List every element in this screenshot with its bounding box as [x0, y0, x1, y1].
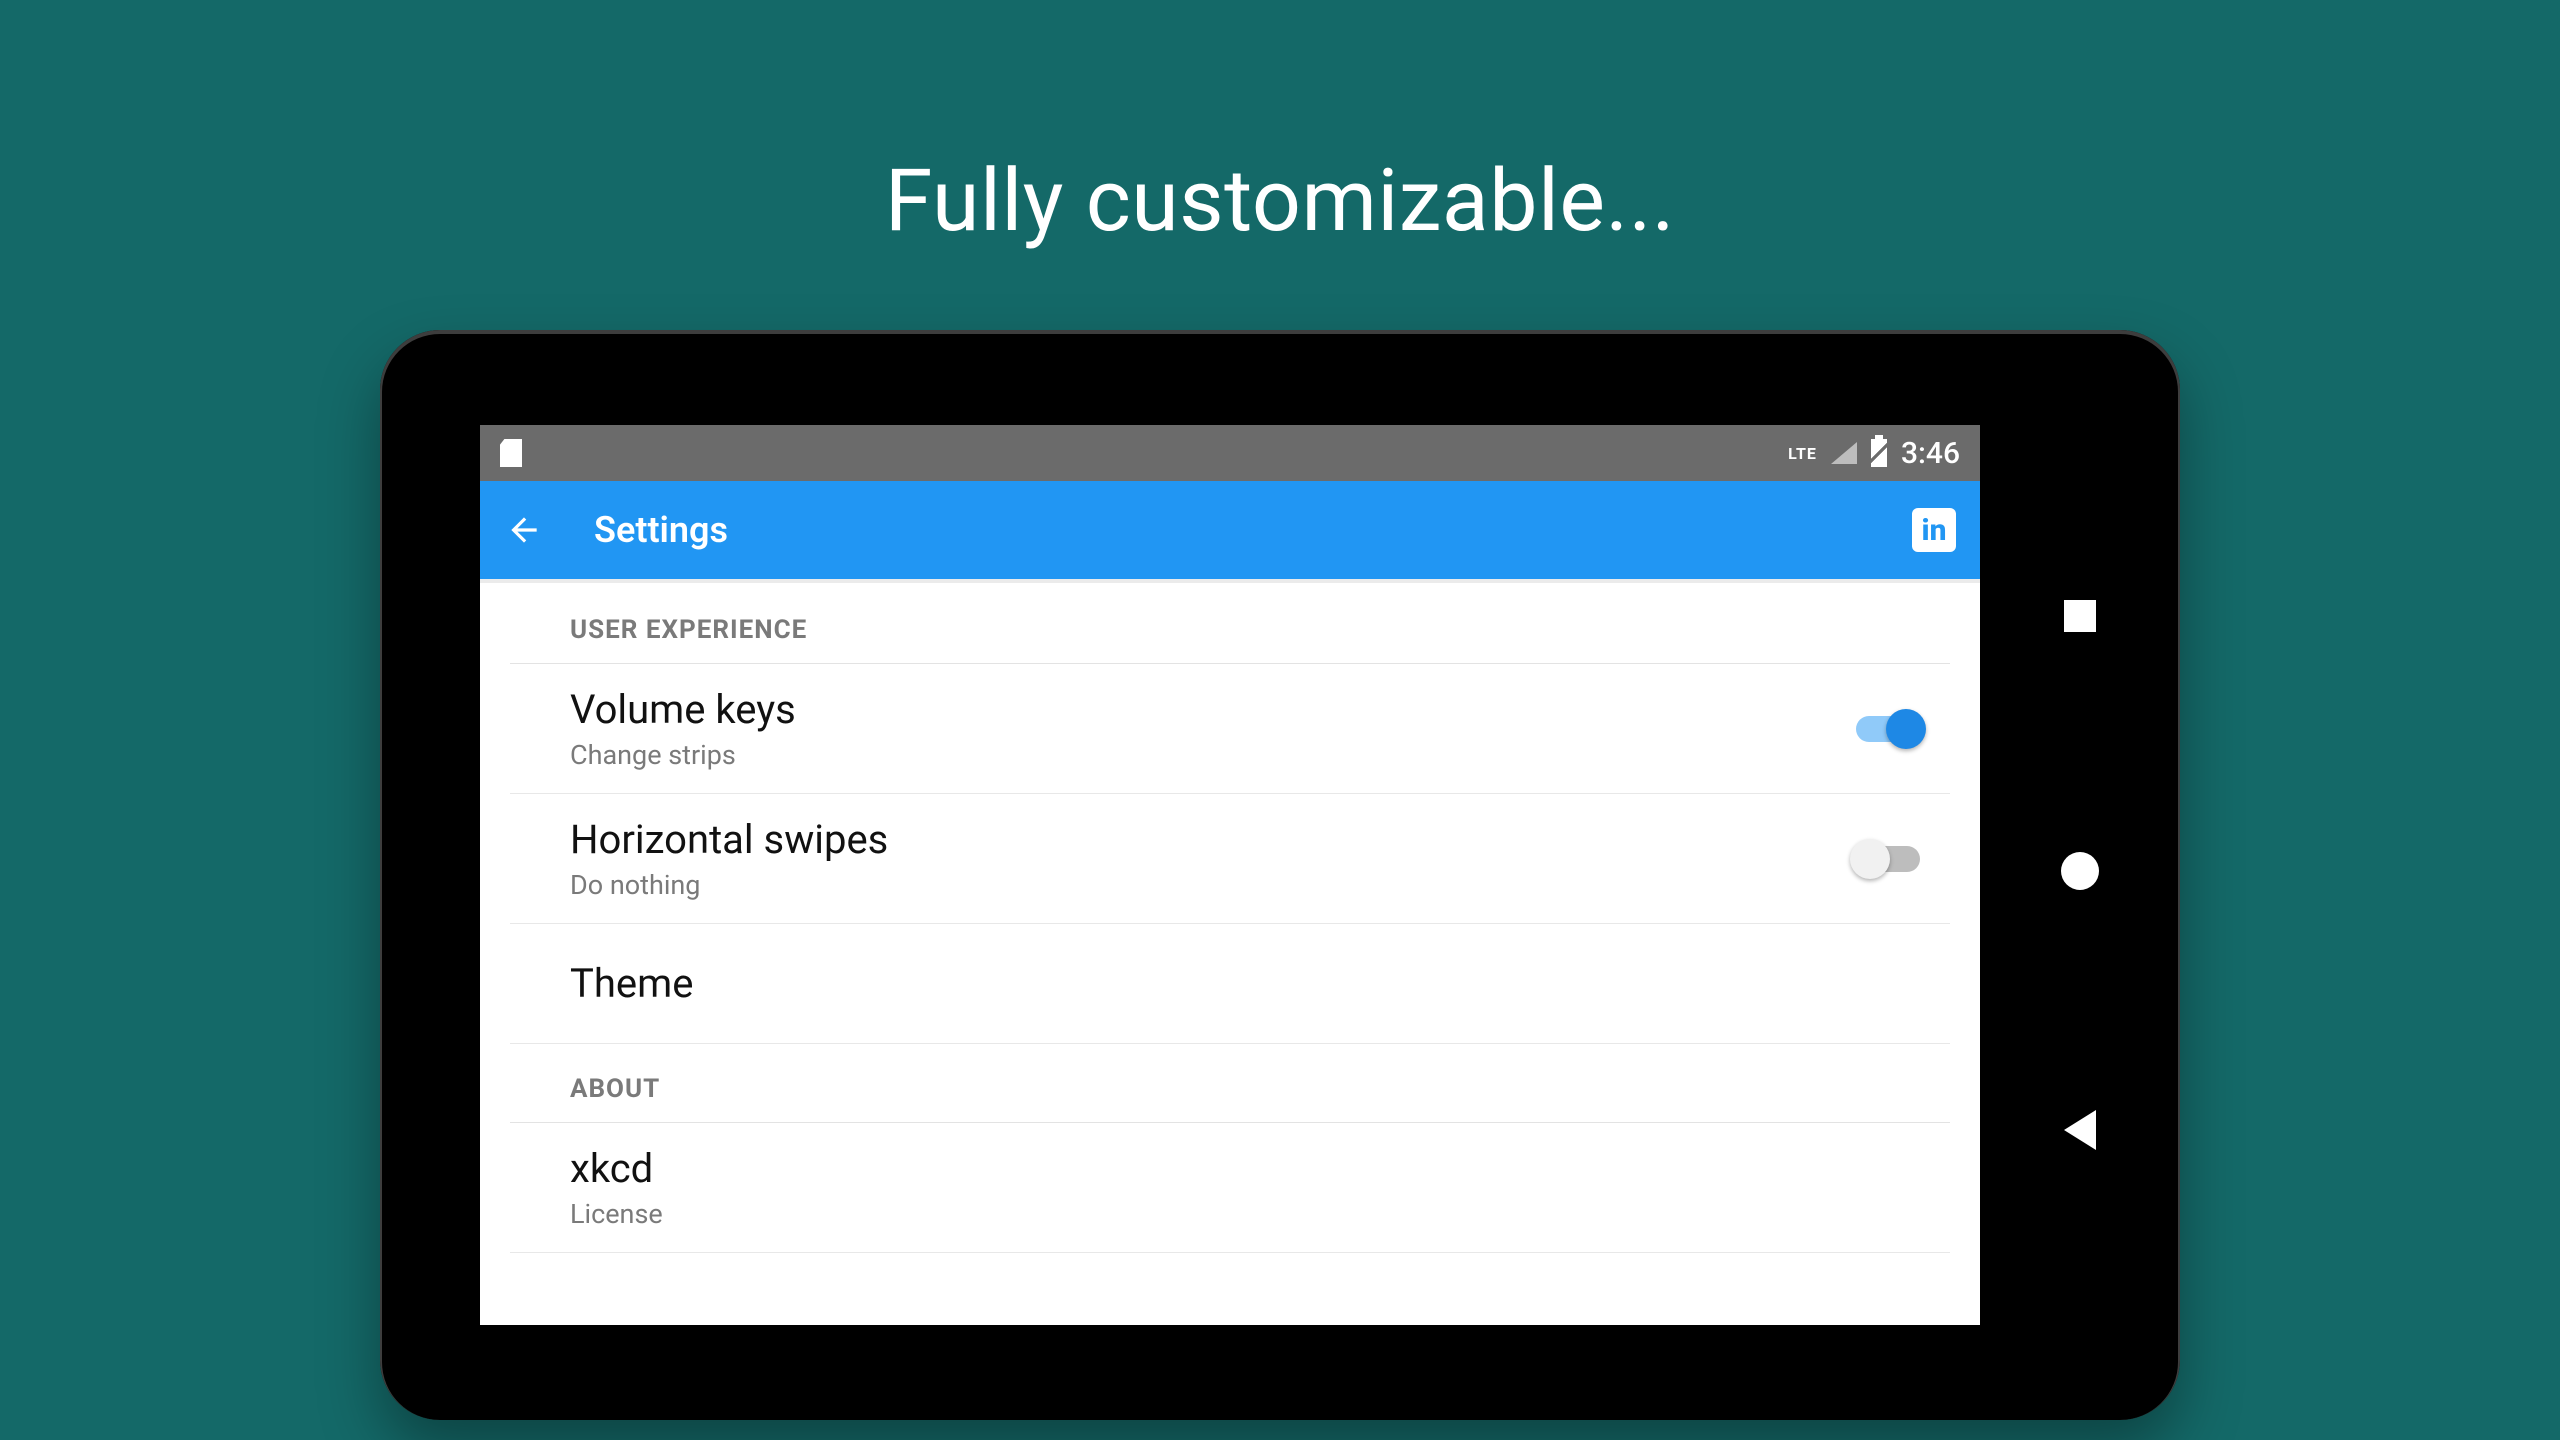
section-header-about: ABOUT: [510, 1044, 1950, 1123]
setting-title: Theme: [570, 960, 1920, 1007]
toggle-horizontal-swipes[interactable]: [1856, 846, 1920, 872]
toggle-volume-keys[interactable]: [1856, 716, 1920, 742]
setting-row-theme[interactable]: Theme: [510, 924, 1950, 1044]
hardware-nav: [2020, 330, 2140, 1420]
appbar-title: Settings: [594, 509, 1862, 551]
back-arrow-icon[interactable]: [504, 510, 544, 550]
signal-icon: [1831, 442, 1857, 464]
setting-subtitle: Change strips: [570, 739, 1856, 771]
device-screen: LTE 3:46 Settings in USER EXPERIENCE Vol…: [480, 425, 1980, 1325]
setting-title: Volume keys: [570, 686, 1856, 733]
home-button[interactable]: [2061, 852, 2099, 890]
setting-subtitle: Do nothing: [570, 869, 1856, 901]
setting-row-volume-keys[interactable]: Volume keys Change strips: [510, 664, 1950, 794]
tablet-frame: LTE 3:46 Settings in USER EXPERIENCE Vol…: [380, 330, 2180, 1420]
setting-row-horizontal-swipes[interactable]: Horizontal swipes Do nothing: [510, 794, 1950, 924]
section-header-user-experience: USER EXPERIENCE: [510, 579, 1950, 664]
battery-charging-icon: [1871, 439, 1887, 467]
setting-title: Horizontal swipes: [570, 816, 1856, 863]
status-bar: LTE 3:46: [480, 425, 1980, 481]
back-button[interactable]: [2064, 1110, 2096, 1150]
setting-row-xkcd[interactable]: xkcd License: [510, 1123, 1950, 1253]
clock-label: 3:46: [1901, 436, 1960, 471]
setting-title: xkcd: [570, 1145, 1920, 1192]
overview-button[interactable]: [2064, 600, 2096, 632]
settings-list: USER EXPERIENCE Volume keys Change strip…: [480, 579, 1980, 1253]
promo-headline: Fully customizable...: [0, 150, 2560, 251]
app-bar: Settings in: [480, 481, 1980, 579]
setting-subtitle: License: [570, 1198, 1920, 1230]
network-type-label: LTE: [1788, 444, 1817, 463]
linkedin-icon[interactable]: in: [1912, 508, 1956, 552]
sdcard-icon: [500, 439, 522, 467]
